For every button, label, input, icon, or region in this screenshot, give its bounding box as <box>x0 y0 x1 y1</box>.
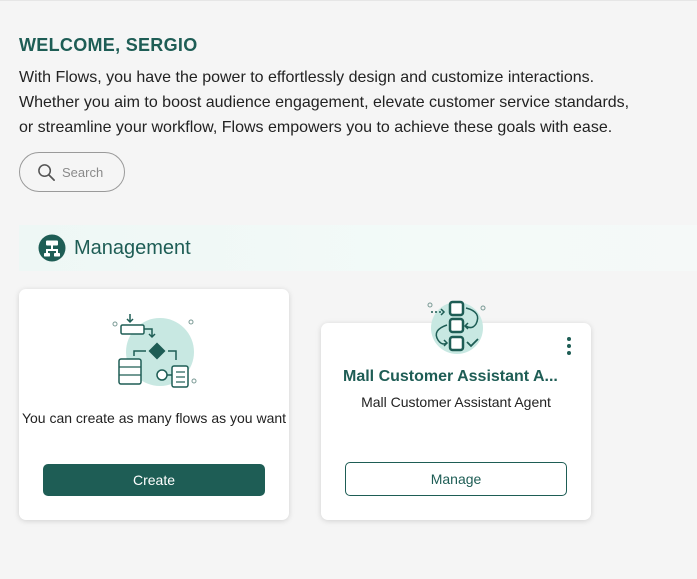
create-button[interactable]: Create <box>43 464 265 496</box>
agent-subtitle: Mall Customer Assistant Agent <box>361 394 551 410</box>
agent-title: Mall Customer Assistant A... <box>343 368 558 385</box>
welcome-title: WELCOME, SERGIO <box>19 35 198 55</box>
flow-diagram-illustration <box>112 314 197 388</box>
more-vertical-icon[interactable] <box>562 336 576 356</box>
intro-line: Whether you aim to boost audience engage… <box>19 94 630 111</box>
management-icon <box>38 234 66 262</box>
intro-line: or streamline your workflow, Flows empow… <box>19 119 613 136</box>
intro-line: With Flows, you have the power to effort… <box>19 69 595 86</box>
flows-page: WELCOME, SERGIO With Flows, you have the… <box>0 0 697 579</box>
top-divider <box>0 0 697 1</box>
search-box[interactable] <box>19 152 125 192</box>
kebab-dot <box>567 351 571 355</box>
create-description: You can create as many flows as you want <box>21 410 287 426</box>
management-section-header: Management <box>19 225 697 271</box>
manage-button[interactable]: Manage <box>345 462 567 496</box>
agent-flow-illustration <box>427 300 486 354</box>
search-icon <box>38 163 55 181</box>
intro-text: With Flows, you have the power to effort… <box>19 65 689 140</box>
kebab-dot <box>567 344 571 348</box>
kebab-dot <box>567 337 571 341</box>
section-title: Management <box>74 236 191 259</box>
search-input[interactable] <box>62 164 122 180</box>
